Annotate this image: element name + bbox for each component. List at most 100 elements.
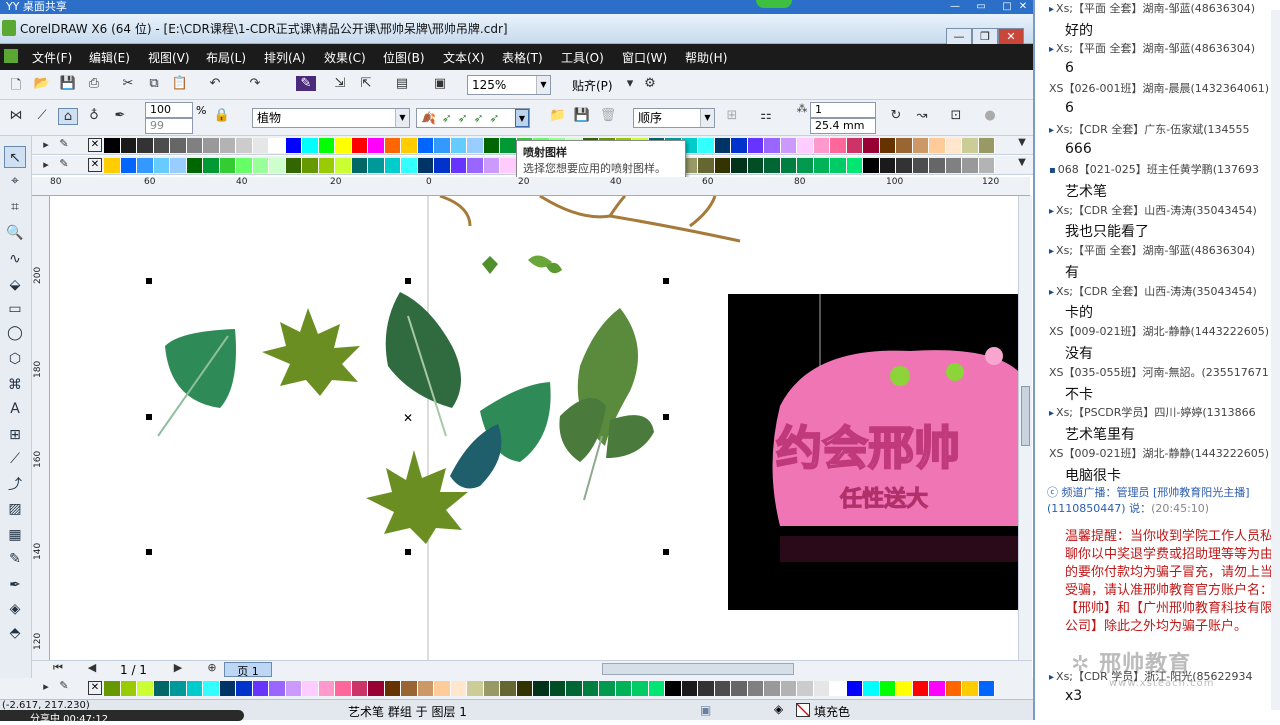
color-swatch[interactable] <box>516 681 533 696</box>
open-spraylist-icon[interactable]: 📁 <box>548 108 568 123</box>
menu-effects[interactable]: 效果(C) <box>324 49 366 66</box>
color-swatch[interactable] <box>351 138 368 153</box>
save-icon[interactable]: 💾 <box>58 76 78 91</box>
reset-icon[interactable]: ⊡ <box>946 108 966 123</box>
color-swatch[interactable] <box>797 681 814 696</box>
effects-tool-icon[interactable]: ▨ <box>4 498 26 520</box>
color-swatch[interactable] <box>467 158 484 173</box>
color-swatch[interactable] <box>153 158 170 173</box>
color-swatch[interactable] <box>467 681 484 696</box>
color-swatch[interactable] <box>120 158 137 173</box>
smart-fill-icon[interactable]: ⬙ <box>4 274 26 296</box>
color-swatch[interactable] <box>219 681 236 696</box>
color-swatch[interactable] <box>500 138 517 153</box>
palette-menu-icon[interactable]: ▸ <box>36 158 56 171</box>
drawing-canvas[interactable]: ✕ 约会邢帅 任性送大 <box>50 196 1018 660</box>
color-swatch[interactable] <box>714 681 731 696</box>
copy-icon[interactable]: ⧉ <box>144 76 164 91</box>
zoom-level-select[interactable]: 125% ▼ <box>467 75 551 95</box>
color-swatch[interactable] <box>450 681 467 696</box>
vertical-scrollbar[interactable] <box>1018 196 1032 660</box>
dimension-tool-icon[interactable]: ⟋ <box>4 448 26 470</box>
palette-menu-icon[interactable]: ▸ <box>36 680 56 693</box>
color-swatch[interactable] <box>417 138 434 153</box>
color-swatch[interactable] <box>351 681 368 696</box>
palette-scroll-icon[interactable]: ▼ <box>1012 157 1032 168</box>
outline-pen-icon[interactable]: ✒ <box>4 574 26 596</box>
color-swatch[interactable] <box>698 681 715 696</box>
connector-tool-icon[interactable]: ⤴ <box>4 474 26 496</box>
chevron-down-icon[interactable]: ▾ <box>620 76 640 91</box>
spraylist-options-icon[interactable]: ⚏ <box>756 108 776 123</box>
color-swatch[interactable] <box>945 138 962 153</box>
color-swatch[interactable] <box>764 681 781 696</box>
color-swatch[interactable] <box>203 138 220 153</box>
color-swatch[interactable] <box>252 138 269 153</box>
color-swatch[interactable] <box>104 158 121 173</box>
color-swatch[interactable] <box>153 138 170 153</box>
color-swatch[interactable] <box>665 681 682 696</box>
color-swatch[interactable] <box>764 138 781 153</box>
yy-minimize-button[interactable]: — <box>944 0 966 14</box>
color-proof-icon[interactable]: ▣ <box>700 703 711 717</box>
color-swatch[interactable] <box>879 681 896 696</box>
color-swatch[interactable] <box>780 138 797 153</box>
color-swatch[interactable] <box>945 158 962 173</box>
spray-order-select[interactable]: 顺序 ▼ <box>633 108 715 128</box>
color-swatch[interactable] <box>978 158 995 173</box>
color-swatch[interactable] <box>170 138 187 153</box>
polygon-tool-icon[interactable]: ⬡ <box>4 348 26 370</box>
export-icon[interactable]: ⇱ <box>356 76 376 91</box>
color-swatch[interactable] <box>335 681 352 696</box>
color-swatch[interactable] <box>137 158 154 173</box>
color-swatch[interactable] <box>714 138 731 153</box>
options-icon[interactable]: ⚙ <box>640 76 660 91</box>
color-swatch[interactable] <box>434 158 451 173</box>
color-swatch[interactable] <box>318 158 335 173</box>
color-swatch[interactable] <box>813 681 830 696</box>
color-swatch[interactable] <box>318 138 335 153</box>
color-swatch[interactable] <box>401 138 418 153</box>
color-swatch[interactable] <box>912 158 929 173</box>
color-swatch[interactable] <box>731 158 748 173</box>
color-swatch[interactable] <box>648 681 665 696</box>
color-swatch[interactable] <box>170 681 187 696</box>
color-swatch[interactable] <box>203 158 220 173</box>
color-swatch[interactable] <box>384 158 401 173</box>
add-to-spraylist-icon[interactable]: ⊞ <box>722 108 742 123</box>
color-swatch[interactable] <box>236 138 253 153</box>
color-swatch[interactable] <box>285 158 302 173</box>
no-color-swatch[interactable]: ✕ <box>88 138 102 152</box>
color-swatch[interactable] <box>500 158 517 173</box>
color-swatch[interactable] <box>863 681 880 696</box>
brush-icon[interactable]: ⟋ <box>32 108 52 123</box>
color-swatch[interactable] <box>302 138 319 153</box>
color-swatch[interactable] <box>153 681 170 696</box>
search-content-icon[interactable]: ✎ <box>296 76 316 91</box>
table-tool-icon[interactable]: ⊞ <box>4 424 26 446</box>
menu-window[interactable]: 窗口(W) <box>622 49 667 66</box>
color-swatch[interactable] <box>978 681 995 696</box>
color-swatch[interactable] <box>780 681 797 696</box>
color-swatch[interactable] <box>962 158 979 173</box>
object-size-input[interactable]: 100 <box>145 102 193 118</box>
preset-icon[interactable]: ⋈ <box>6 108 26 123</box>
color-swatch[interactable] <box>434 681 451 696</box>
color-swatch[interactable] <box>896 681 913 696</box>
color-swatch[interactable] <box>698 138 715 153</box>
color-swatch[interactable] <box>879 158 896 173</box>
color-swatch[interactable] <box>483 138 500 153</box>
color-swatch[interactable] <box>252 158 269 173</box>
color-swatch[interactable] <box>137 138 154 153</box>
color-swatch[interactable] <box>615 681 632 696</box>
color-swatch[interactable] <box>450 158 467 173</box>
chat-scrollbar[interactable] <box>1271 10 1280 710</box>
lock-icon[interactable]: 🔒 <box>212 108 232 123</box>
pick-tool-icon[interactable]: ↖ <box>4 146 26 168</box>
next-page-icon[interactable]: ▶ <box>168 661 188 674</box>
eyedropper-tool-icon[interactable]: ✎ <box>4 548 26 570</box>
color-swatch[interactable] <box>962 138 979 153</box>
transparency-tool-icon[interactable]: ▦ <box>4 524 26 546</box>
palette-swatches-3[interactable] <box>104 681 995 696</box>
color-swatch[interactable] <box>450 138 467 153</box>
